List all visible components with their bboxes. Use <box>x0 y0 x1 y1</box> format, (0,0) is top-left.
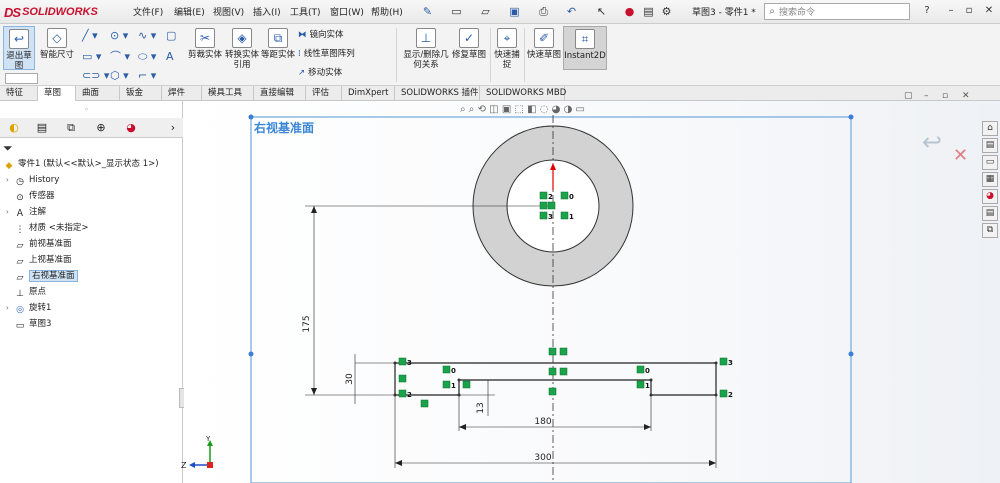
svg-text:1: 1 <box>645 382 650 390</box>
relation-glyph-icon <box>462 380 471 389</box>
dim-arrow-icon <box>459 424 466 430</box>
dim-13-label[interactable]: 13 <box>476 402 486 413</box>
relation-glyph-icon <box>442 380 451 389</box>
plane-label: 右视基准面 <box>253 120 314 135</box>
relation-glyph-icon <box>442 365 451 374</box>
svg-text:3: 3 <box>407 359 412 367</box>
triad-x-marker-icon <box>207 462 213 468</box>
dim-arrow-icon <box>644 424 651 430</box>
triad-y-label: Y <box>205 435 211 443</box>
svg-text:2: 2 <box>548 193 553 201</box>
dim-arrow-icon <box>709 460 716 466</box>
triad-z-arrow-icon <box>189 462 195 468</box>
svg-text:2: 2 <box>407 391 412 399</box>
relation-glyph-icon <box>559 347 568 356</box>
relation-glyph-icon <box>548 347 557 356</box>
relation-glyph-icon <box>560 191 569 200</box>
svg-text:3: 3 <box>728 359 733 367</box>
svg-text:2: 2 <box>728 391 733 399</box>
dim-300-label[interactable]: 300 <box>534 453 551 463</box>
relation-glyph-icon <box>539 211 548 220</box>
relation-glyph-icon <box>548 367 557 376</box>
relation-glyph-icon <box>548 387 557 396</box>
relation-glyph-icon <box>539 191 548 200</box>
svg-text:0: 0 <box>569 193 574 201</box>
reference-triad: Z Y <box>181 435 213 470</box>
svg-text:0: 0 <box>645 367 650 375</box>
relation-glyph-icon <box>398 357 407 366</box>
relation-glyph-icon <box>420 399 429 408</box>
dim-180-label[interactable]: 180 <box>534 417 551 427</box>
relation-glyph-icon <box>560 211 569 220</box>
sketch-overlay: 右视基准面 175 30 13 180 300 2 0 3 1 3 2 0 1 … <box>181 114 854 483</box>
dim-30-label[interactable]: 30 <box>345 373 355 385</box>
svg-text:1: 1 <box>569 213 574 221</box>
dim-arrow-icon <box>311 206 317 213</box>
relation-glyph-icon <box>539 201 548 210</box>
relation-glyph-icon <box>398 389 407 398</box>
relation-glyph-icon <box>719 357 728 366</box>
relation-glyph-icon <box>636 365 645 374</box>
relation-glyph-icon <box>636 380 645 389</box>
triad-z-label: Z <box>181 461 187 470</box>
relation-glyph-icon <box>559 367 568 376</box>
dim-arrow-icon <box>395 460 402 466</box>
relation-glyph-icon <box>719 389 728 398</box>
dim-175-label[interactable]: 175 <box>302 315 312 332</box>
svg-text:1: 1 <box>451 382 456 390</box>
svg-text:0: 0 <box>451 367 456 375</box>
relation-glyph-icon <box>398 374 407 383</box>
dim-arrow-icon <box>311 388 317 395</box>
relation-glyph-icon <box>547 201 556 210</box>
svg-text:3: 3 <box>548 213 553 221</box>
